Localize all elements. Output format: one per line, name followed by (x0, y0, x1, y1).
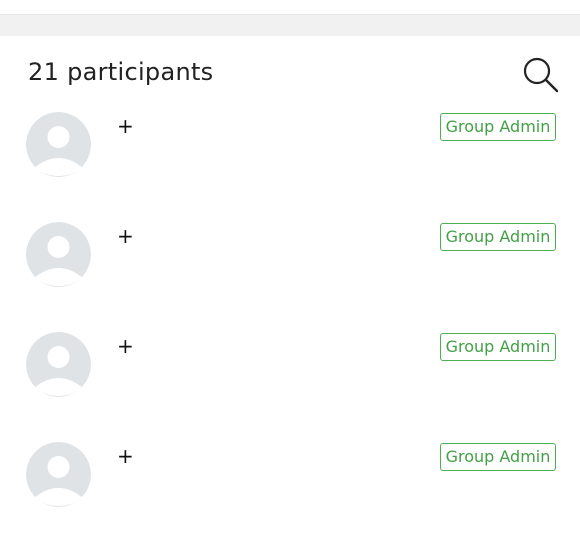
participant-name: + (117, 224, 134, 248)
participant-name: + (117, 114, 134, 138)
participants-list: + Group Admin + Group Admin + Group Admi… (0, 108, 580, 548)
participant-row[interactable]: + Group Admin (0, 218, 580, 328)
participant-name: + (117, 334, 134, 358)
group-admin-badge: Group Admin (440, 443, 556, 471)
participant-name: + (117, 444, 134, 468)
participant-row[interactable]: + Group Admin (0, 328, 580, 438)
group-admin-badge: Group Admin (440, 333, 556, 361)
top-strip (0, 0, 580, 15)
participants-count: 21 participants (28, 58, 214, 86)
default-avatar-icon[interactable] (26, 332, 91, 397)
group-admin-badge: Group Admin (440, 113, 556, 141)
group-admin-badge: Group Admin (440, 223, 556, 251)
participant-row[interactable]: + Group Admin (0, 438, 580, 548)
participants-header: 21 participants (0, 36, 580, 106)
search-icon (523, 57, 559, 93)
default-avatar-icon[interactable] (26, 222, 91, 287)
participant-row[interactable]: + Group Admin (0, 108, 580, 218)
default-avatar-icon[interactable] (26, 442, 91, 507)
default-avatar-icon[interactable] (26, 112, 91, 177)
section-divider (0, 15, 580, 36)
search-button[interactable] (520, 54, 560, 94)
